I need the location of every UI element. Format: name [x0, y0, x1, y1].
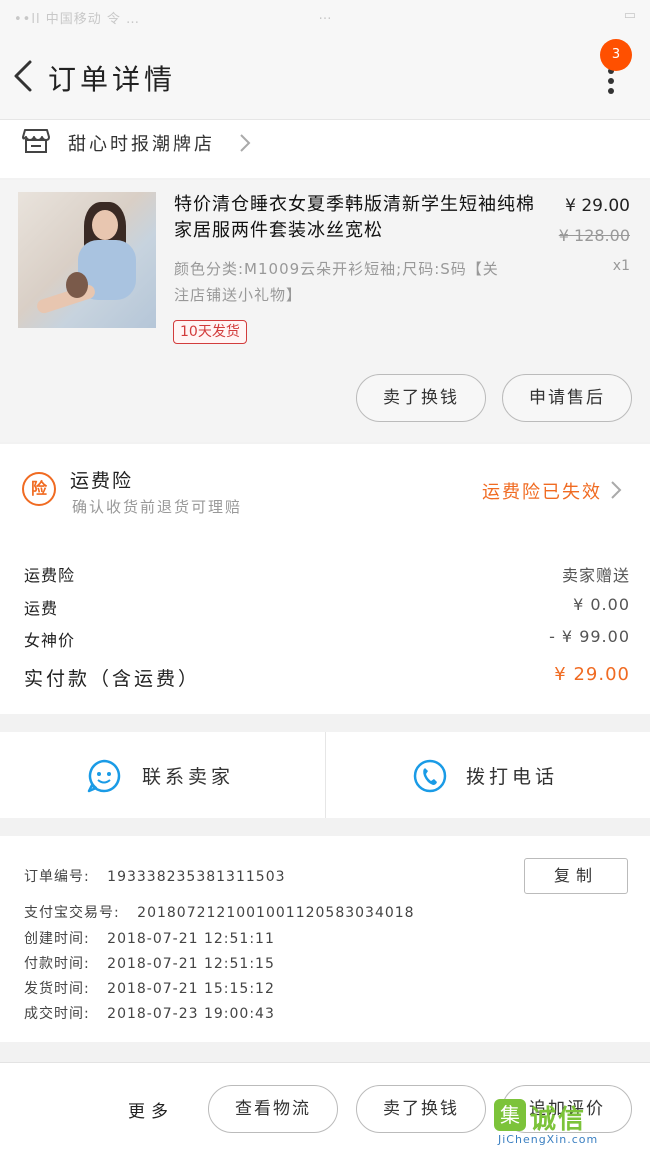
resell-button[interactable]: 卖了换钱: [356, 1085, 486, 1133]
product-title[interactable]: 特价清仓睡衣女夏季韩版清新学生短袖纯棉家居服两件套装冰丝宽松: [174, 192, 546, 244]
copy-button[interactable]: 复制: [524, 858, 628, 894]
insurance-desc: 确认收货前退货可理赔: [72, 498, 243, 516]
message-badge: 3: [600, 39, 632, 71]
fee-row-total: 实付款（含运费） ¥ 29.00: [24, 664, 630, 690]
after-sale-button[interactable]: 申请售后: [502, 374, 632, 422]
fee-label: 运费: [24, 599, 59, 618]
order-number-row: 订单编号: 193338235381311503: [24, 866, 286, 886]
created-row: 创建时间: 2018-07-21 12:51:11: [24, 928, 275, 948]
created-label: 创建时间:: [24, 931, 90, 947]
status-clock: …: [318, 8, 332, 23]
original-price: ¥ 128.00: [558, 226, 630, 245]
watermark-text: 诚信: [530, 1105, 587, 1135]
shipped-row: 发货时间: 2018-07-21 15:15:12: [24, 978, 275, 998]
done-row: 成交时间: 2018-07-23 19:00:43: [24, 1003, 275, 1023]
product-sku: 颜色分类:M1009云朵开衫短袖;尺码:S码【关注店铺送小礼物】: [174, 260, 499, 304]
alipay-row: 支付宝交易号: 2018072121001001120583034018: [24, 902, 415, 922]
shop-name: 甜心时报潮牌店: [68, 134, 215, 155]
product-image[interactable]: [18, 192, 156, 328]
more-menu-icon[interactable]: [608, 68, 616, 94]
insurance-icon: 险: [22, 472, 56, 506]
chevron-right-icon: [240, 134, 251, 152]
order-info: 订单编号: 193338235381311503 复制 支付宝交易号: 2018…: [0, 836, 650, 1042]
shop-row[interactable]: 甜心时报潮牌店: [0, 120, 650, 178]
call-label: 拨打电话: [466, 766, 559, 788]
battery-icon: ▭: [623, 8, 636, 23]
alipay-number: 2018072121001001120583034018: [137, 905, 415, 921]
fee-value: 卖家赠送: [561, 566, 630, 585]
status-bar: ••ll 中国移动 令 … … ▭: [0, 0, 650, 34]
back-arrow-icon[interactable]: [10, 56, 40, 96]
contact-seller-button[interactable]: 联系卖家: [0, 732, 325, 818]
product-quantity: x1: [612, 258, 630, 274]
nav-bar: 订单详情 3: [0, 34, 650, 120]
view-logistics-button[interactable]: 查看物流: [208, 1085, 338, 1133]
watermark: 集 诚信 JiChengXin.com: [494, 1099, 644, 1149]
fee-value: ¥ 0.00: [573, 595, 630, 614]
product-price: ¥ 29.00: [565, 196, 630, 216]
contact-bar: 联系卖家 拨打电话: [0, 732, 650, 818]
insurance-title: 运费险: [70, 470, 134, 492]
fee-section: 险 运费险 确认收货前退货可理赔 运费险已失效 运费险 卖家赠送 运费 ¥ 0.…: [0, 444, 650, 714]
resell-button[interactable]: 卖了换钱: [356, 374, 486, 422]
total-label: 实付款（含运费）: [24, 668, 201, 690]
watermark-url: JiChengXin.com: [498, 1133, 599, 1146]
order-number: 193338235381311503: [107, 869, 286, 885]
fee-value: - ¥ 99.00: [549, 627, 630, 646]
created-time: 2018-07-21 12:51:11: [107, 931, 275, 947]
shipping-tag: 10天发货: [173, 320, 247, 344]
paid-label: 付款时间:: [24, 956, 90, 972]
paid-time: 2018-07-21 12:51:15: [107, 956, 275, 972]
total-value: ¥ 29.00: [554, 664, 630, 685]
shipped-time: 2018-07-21 15:15:12: [107, 981, 275, 997]
store-icon: [22, 129, 50, 153]
page-title: 订单详情: [48, 63, 177, 96]
call-button[interactable]: 拨打电话: [325, 732, 650, 818]
fee-row-shipping: 运费 ¥ 0.00: [24, 595, 630, 621]
fee-row-discount: 女神价 - ¥ 99.00: [24, 627, 630, 653]
done-label: 成交时间:: [24, 1006, 90, 1022]
chat-icon: [87, 759, 121, 793]
alipay-label: 支付宝交易号:: [24, 905, 120, 921]
watermark-logo: 集: [494, 1099, 526, 1131]
chevron-right-icon[interactable]: [610, 480, 622, 500]
order-item[interactable]: 特价清仓睡衣女夏季韩版清新学生短袖纯棉家居服两件套装冰丝宽松 颜色分类:M100…: [0, 180, 650, 442]
fee-label: 运费险: [24, 566, 76, 585]
fee-label: 女神价: [24, 631, 76, 650]
phone-icon: [413, 759, 447, 793]
done-time: 2018-07-23 19:00:43: [107, 1006, 275, 1022]
more-button[interactable]: 更多: [128, 1097, 174, 1122]
fee-row-insurance: 运费险 卖家赠送: [24, 562, 630, 588]
shipped-label: 发货时间:: [24, 981, 90, 997]
insurance-status[interactable]: 运费险已失效: [482, 478, 602, 504]
paid-row: 付款时间: 2018-07-21 12:51:15: [24, 953, 275, 973]
order-number-label: 订单编号:: [24, 869, 90, 885]
contact-seller-label: 联系卖家: [142, 766, 235, 788]
